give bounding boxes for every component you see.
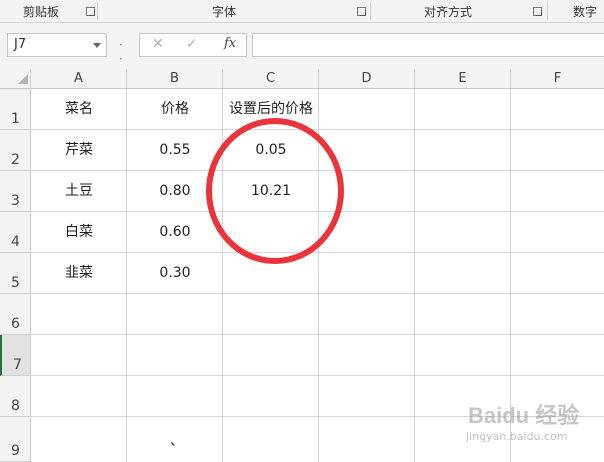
row-header-6[interactable]: 6 bbox=[0, 294, 31, 335]
formula-input[interactable] bbox=[252, 33, 604, 57]
select-all-triangle-icon[interactable] bbox=[18, 74, 28, 84]
group-separator bbox=[547, 2, 548, 20]
row-header-9[interactable]: 9 bbox=[0, 417, 31, 462]
cell-a4[interactable]: 白菜 bbox=[31, 212, 127, 253]
row-header-7[interactable]: 7 bbox=[0, 335, 31, 376]
column-header-a[interactable]: A bbox=[31, 69, 127, 88]
cell-a3[interactable]: 土豆 bbox=[31, 171, 127, 212]
group-separator bbox=[97, 2, 98, 20]
cell-a1[interactable]: 菜名 bbox=[31, 89, 127, 130]
column-header-f[interactable]: F bbox=[511, 69, 604, 88]
font-group-label: 字体 bbox=[212, 5, 237, 19]
clipboard-group-label: 剪贴板 bbox=[23, 5, 60, 19]
row-header-8[interactable]: 8 bbox=[0, 376, 31, 417]
row-header-2[interactable]: 2 bbox=[0, 130, 31, 171]
alignment-group-label: 对齐方式 bbox=[424, 5, 473, 19]
number-group-label: 数字 bbox=[573, 5, 598, 19]
grid-line bbox=[31, 334, 604, 335]
formula-buttons: ✕ ✓ fx bbox=[139, 33, 247, 57]
ribbon-group-bar: 剪贴板 字体 对齐方式 数字 bbox=[0, 0, 604, 23]
insert-function-icon[interactable]: fx bbox=[224, 36, 236, 51]
column-header-b[interactable]: B bbox=[127, 69, 223, 88]
row-header-3[interactable]: 3 bbox=[0, 171, 31, 212]
grid-line bbox=[31, 375, 604, 376]
group-separator bbox=[370, 2, 371, 20]
row-header-5[interactable]: 5 bbox=[0, 253, 31, 294]
stray-mark: 、 bbox=[170, 433, 184, 449]
cell-b5[interactable]: 0.30 bbox=[127, 253, 223, 294]
font-dialog-launcher-icon[interactable] bbox=[357, 7, 366, 16]
row-header-1[interactable]: 1 bbox=[0, 89, 31, 130]
chevron-down-icon[interactable] bbox=[93, 43, 101, 48]
cell-b2[interactable]: 0.55 bbox=[127, 130, 223, 171]
name-box[interactable]: J7 bbox=[7, 33, 107, 57]
red-highlight-circle bbox=[206, 118, 344, 264]
watermark-url: jingyan.baidu.com bbox=[466, 430, 568, 443]
column-header-d[interactable]: D bbox=[319, 69, 415, 88]
cell-b4[interactable]: 0.60 bbox=[127, 212, 223, 253]
clipboard-dialog-launcher-icon[interactable] bbox=[86, 7, 95, 16]
name-box-value: J7 bbox=[14, 37, 27, 52]
cell-b1[interactable]: 价格 bbox=[127, 89, 223, 130]
watermark-text: Baidu 经验 bbox=[468, 403, 580, 428]
column-header-c[interactable]: C bbox=[223, 69, 319, 88]
baidu-watermark: Baidu 经验 jingyan.baidu.com bbox=[462, 394, 602, 458]
row-header-4[interactable]: 4 bbox=[0, 212, 31, 253]
cell-a5[interactable]: 韭菜 bbox=[31, 253, 127, 294]
column-header-e[interactable]: E bbox=[415, 69, 511, 88]
more-options-icon[interactable]: · · bbox=[119, 38, 123, 66]
grid-line bbox=[414, 89, 415, 462]
cell-a2[interactable]: 芹菜 bbox=[31, 130, 127, 171]
cancel-icon[interactable]: ✕ bbox=[152, 36, 164, 52]
column-headers: A B C D E F bbox=[0, 69, 604, 89]
alignment-dialog-launcher-icon[interactable] bbox=[533, 7, 542, 16]
enter-icon[interactable]: ✓ bbox=[186, 36, 198, 52]
